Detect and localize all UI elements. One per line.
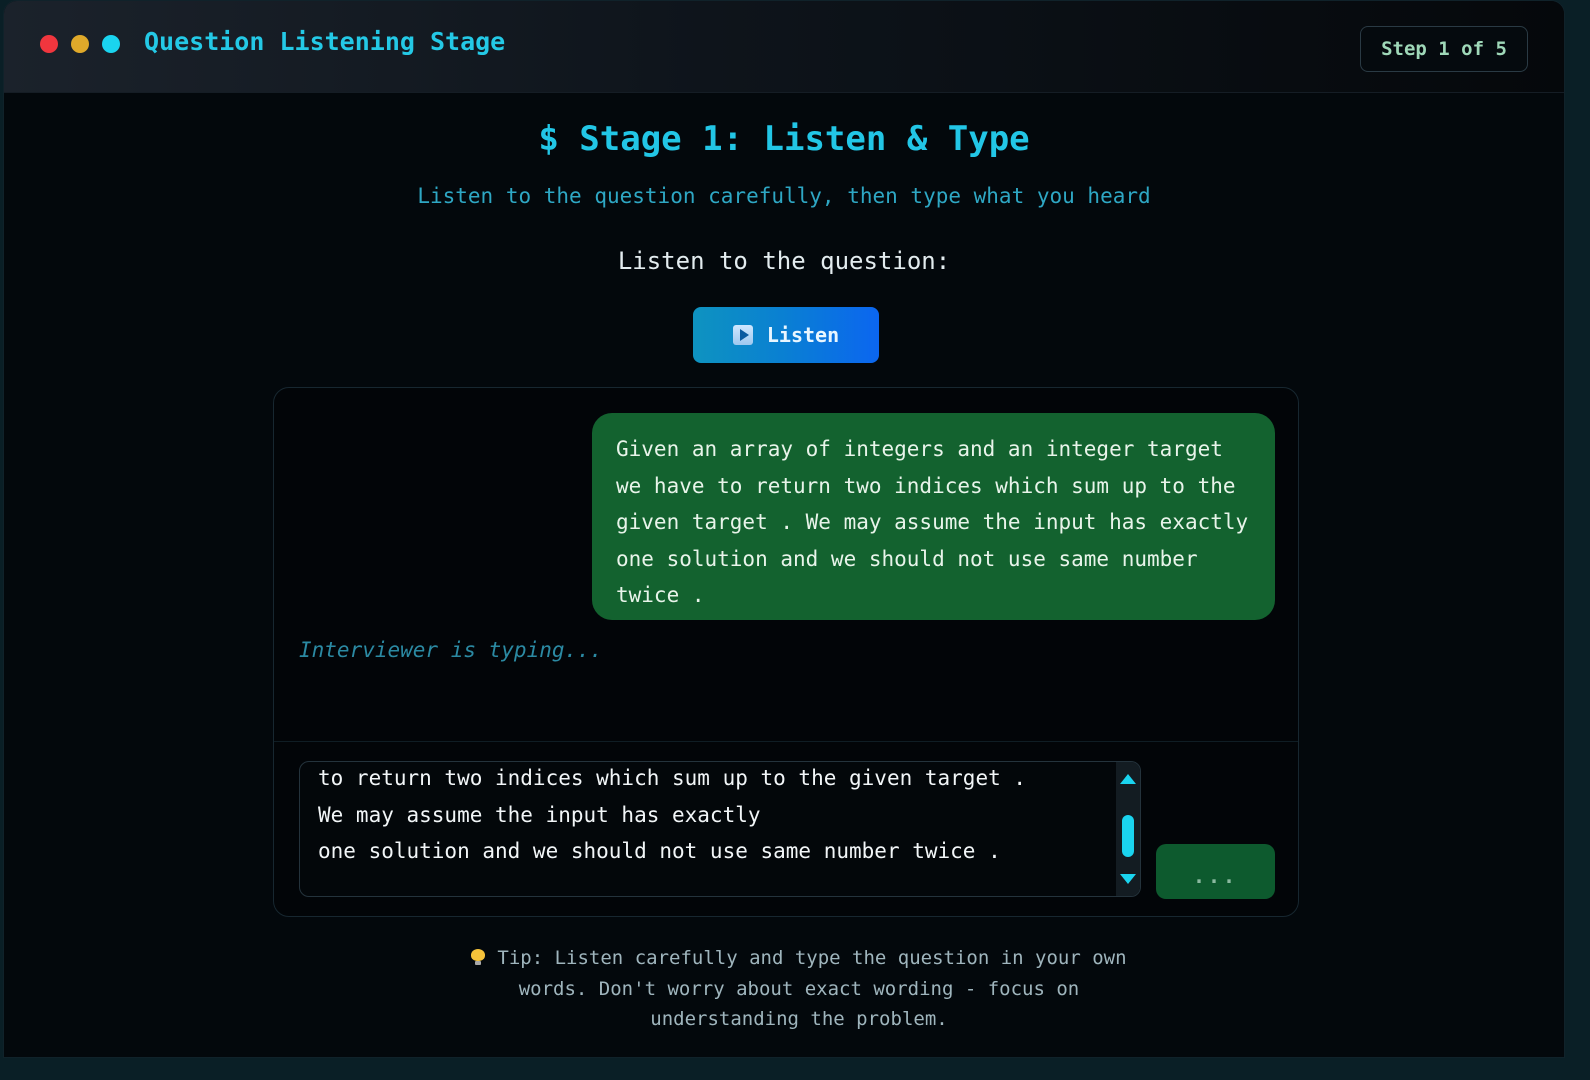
listen-button[interactable]: Listen bbox=[693, 307, 879, 363]
app-window: Question Listening Stage Step 1 of 5 $ S… bbox=[3, 0, 1565, 1058]
scrollbar[interactable] bbox=[1116, 762, 1140, 896]
close-dot-icon[interactable] bbox=[40, 35, 58, 53]
listen-button-label: Listen bbox=[766, 323, 840, 347]
maximize-dot-icon[interactable] bbox=[102, 35, 120, 53]
tip-text: Tip: Listen carefully and type the quest… bbox=[449, 943, 1149, 1035]
step-badge: Step 1 of 5 bbox=[1360, 26, 1528, 72]
lightbulb-icon bbox=[471, 949, 486, 965]
window-title: Question Listening Stage bbox=[144, 27, 506, 56]
play-icon bbox=[732, 325, 753, 345]
title-bar: Question Listening Stage Step 1 of 5 bbox=[4, 1, 1564, 93]
chat-panel: Given an array of integers and an intege… bbox=[273, 387, 1299, 917]
chevron-up-icon[interactable] bbox=[1120, 774, 1136, 784]
scrollbar-thumb[interactable] bbox=[1122, 815, 1134, 857]
typing-indicator: Interviewer is typing... bbox=[299, 638, 603, 662]
tip-label: Tip: Listen carefully and type the quest… bbox=[497, 947, 1127, 1030]
listen-label: Listen to the question: bbox=[617, 247, 951, 275]
message-bubble: Given an array of integers and an intege… bbox=[592, 413, 1275, 620]
send-button[interactable]: ... bbox=[1156, 844, 1275, 899]
answer-textarea[interactable]: to return two indices which sum up to th… bbox=[299, 761, 1141, 897]
minimize-dot-icon[interactable] bbox=[71, 35, 89, 53]
stage-subtitle: Listen to the question carefully, then t… bbox=[417, 184, 1151, 208]
chevron-down-icon[interactable] bbox=[1120, 874, 1136, 884]
divider bbox=[274, 741, 1298, 742]
stage-heading: $ Stage 1: Listen & Type bbox=[538, 119, 1030, 159]
answer-text[interactable]: to return two indices which sum up to th… bbox=[318, 762, 1118, 870]
